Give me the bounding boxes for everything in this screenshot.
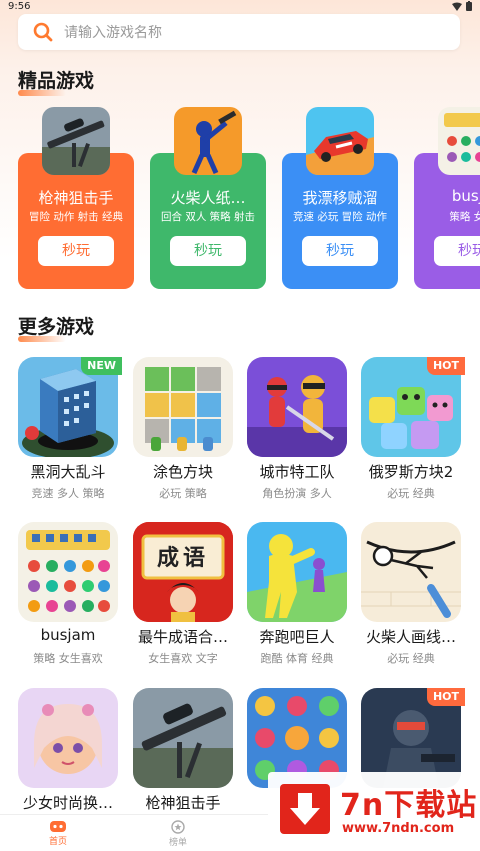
game-item[interactable]: busjam 策略 女生喜欢	[18, 522, 122, 682]
busjam-game-icon	[438, 107, 480, 175]
game-item[interactable]: HOT 俄罗斯方块2 必玩 经典	[361, 357, 465, 517]
featured-card[interactable]: busja 策略 女生 秒玩	[414, 105, 480, 290]
tab-rank-label: 榜单	[168, 838, 187, 848]
watermark-name: 7n下载站	[340, 788, 478, 823]
more-title-text: 更多游戏	[18, 316, 95, 338]
city-agent-game-icon	[247, 357, 347, 457]
idiom-text: 成语	[156, 545, 209, 571]
game-name: 奔跑吧巨人	[259, 628, 335, 646]
game-tags: 必玩 策略	[159, 487, 207, 500]
home-game-icon	[50, 821, 66, 832]
featured-card-title: busja	[451, 187, 480, 205]
game-item[interactable]: 奔跑吧巨人 跑酷 体育 经典	[247, 522, 351, 682]
game-name: busjam	[40, 626, 96, 644]
game-name: 涂色方块	[152, 463, 213, 481]
game-item[interactable]: 成语 最牛成语合… 女生喜欢 文字	[133, 522, 237, 682]
play-button[interactable]: 秒玩	[434, 236, 480, 266]
game-tags: 策略 女生喜欢	[33, 652, 103, 665]
tab-home-label: 首页	[48, 837, 67, 847]
game-tags: 必玩 经典	[387, 652, 435, 665]
battery-icon	[466, 1, 472, 11]
game-name: 枪神狙击手	[145, 794, 221, 812]
play-button[interactable]: 秒玩	[170, 236, 246, 266]
color-block-game-icon	[133, 357, 233, 457]
play-button[interactable]: 秒玩	[302, 236, 378, 266]
stickman-draw-game-icon	[361, 522, 461, 622]
stickman-game-icon	[174, 107, 242, 175]
game-name: 少女时尚换…	[22, 794, 113, 812]
status-bar: 9:56	[0, 0, 480, 14]
game-item[interactable]: 涂色方块 必玩 策略	[133, 357, 237, 517]
featured-card-title: 火柴人纸…	[170, 189, 246, 207]
sniper-game-icon	[42, 107, 110, 175]
featured-card-title: 枪神狙击手	[38, 189, 114, 207]
sniper-game-icon	[133, 688, 233, 788]
search-bar[interactable]: 请输入游戏名称	[18, 14, 460, 50]
rank-medal-icon	[171, 820, 185, 834]
featured-card-tags: 策略 女生	[449, 211, 480, 223]
new-badge: NEW	[81, 357, 122, 375]
featured-card[interactable]: 我漂移贼溜 竞速 必玩 冒险 动作 秒玩	[282, 105, 398, 290]
game-tags: 角色扮演 多人	[262, 487, 332, 500]
featured-carousel[interactable]: 枪神狙击手 冒险 动作 射击 经典 秒玩 火柴人纸… 回合 双人 策略 射击 秒…	[0, 105, 480, 295]
featured-section-title: 精品游戏	[18, 66, 95, 96]
download-arrow-icon	[280, 784, 330, 834]
site-watermark: 7n下载站 www.7ndn.com	[268, 772, 480, 851]
running-giant-game-icon	[247, 522, 347, 622]
game-item[interactable]: 城市特工队 角色扮演 多人	[247, 357, 351, 517]
search-input[interactable]: 请输入游戏名称	[64, 22, 162, 42]
game-item[interactable]: NEW 黑洞大乱斗 竞速 多人 策略	[18, 357, 122, 517]
tab-rank[interactable]: 榜单	[148, 819, 208, 848]
game-tags: 女生喜欢 文字	[148, 652, 218, 665]
game-tags: 竞速 多人 策略	[31, 487, 105, 500]
game-tags: 跑酷 体育 经典	[260, 652, 334, 665]
game-name: 最牛成语合…	[137, 628, 228, 646]
play-button[interactable]: 秒玩	[38, 236, 114, 266]
featured-card[interactable]: 枪神狙击手 冒险 动作 射击 经典 秒玩	[18, 105, 134, 290]
featured-card-title: 我漂移贼溜	[302, 189, 378, 207]
watermark-url: www.7ndn.com	[342, 821, 455, 836]
featured-card-tags: 竞速 必玩 冒险 动作	[292, 211, 387, 223]
featured-card[interactable]: 火柴人纸… 回合 双人 策略 射击 秒玩	[150, 105, 266, 290]
game-name: 火柴人画线…	[365, 628, 456, 646]
featured-title-text: 精品游戏	[18, 70, 95, 92]
fashion-girl-game-icon	[18, 688, 118, 788]
game-name: 黑洞大乱斗	[30, 463, 106, 481]
hot-badge: HOT	[426, 688, 465, 706]
wifi-icon	[452, 2, 462, 11]
featured-card-tags: 冒险 动作 射击 经典	[28, 211, 123, 223]
tab-home[interactable]: 首页	[28, 819, 88, 847]
hot-badge: HOT	[426, 357, 465, 375]
more-section-title: 更多游戏	[18, 312, 95, 342]
game-name: 俄罗斯方块2	[368, 463, 454, 481]
busjam-game-icon	[18, 522, 118, 622]
drift-game-icon	[306, 107, 374, 175]
game-tags: 必玩 经典	[387, 487, 435, 500]
featured-card-tags: 回合 双人 策略 射击	[160, 211, 255, 223]
idiom-game-icon: 成语	[133, 522, 233, 622]
search-icon	[33, 22, 53, 42]
game-name: 城市特工队	[259, 463, 335, 481]
status-time: 9:56	[8, 1, 31, 12]
game-item[interactable]: 火柴人画线… 必玩 经典	[361, 522, 465, 682]
